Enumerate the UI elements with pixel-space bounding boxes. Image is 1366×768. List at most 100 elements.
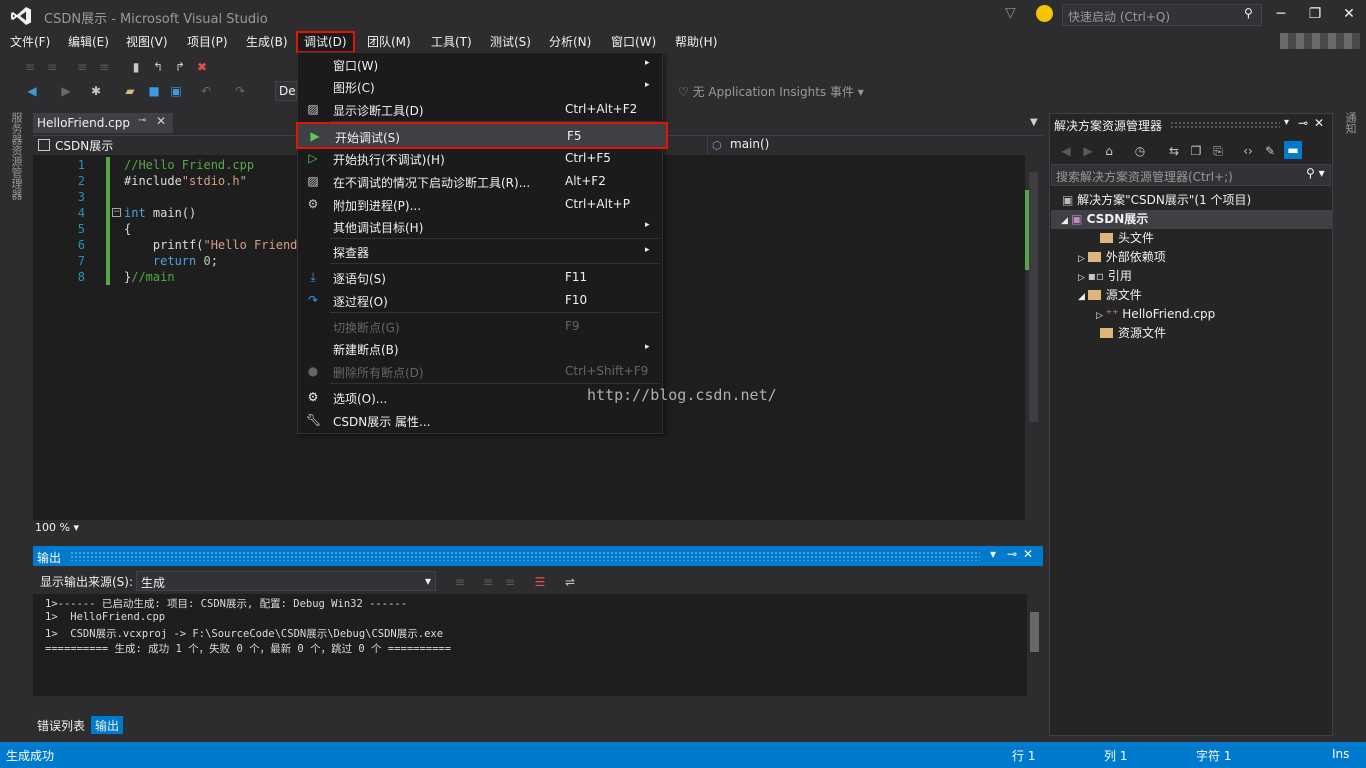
menu-item-step-into[interactable]: ⤓ 逐语句(S) F11	[298, 266, 662, 288]
navigate-forward-icon[interactable]: ▶	[58, 83, 74, 99]
server-explorer-tab[interactable]: 服务器资源管理器	[6, 112, 24, 212]
menu-item-start-debugging[interactable]: ▶ 开始调试(S) F5	[296, 122, 668, 149]
document-tab-hellofriend[interactable]: HelloFriend.cpp	[33, 113, 173, 133]
home-icon[interactable]: ⌂	[1101, 143, 1117, 159]
menu-build[interactable]: 生成(B)	[240, 31, 294, 53]
tree-header-files[interactable]: 头文件	[1100, 229, 1154, 248]
clear-all-icon[interactable]: ☰	[532, 574, 548, 590]
close-button[interactable]: ✕	[1332, 3, 1366, 25]
undo-icon[interactable]: ↶	[198, 83, 214, 99]
menu-item-other-debug-targets[interactable]: 其他调试目标(H) ▸	[298, 215, 662, 237]
application-insights-label[interactable]: ♡ 无 Application Insights 事件 ▾	[678, 83, 864, 100]
close-tab-icon[interactable]: ✕	[156, 114, 166, 128]
bookmark-icon[interactable]: ▮	[128, 59, 144, 75]
menu-file[interactable]: 文件(F)	[4, 31, 56, 53]
menu-team[interactable]: 团队(M)	[361, 31, 417, 53]
tab-error-list[interactable]: 错误列表	[33, 716, 89, 734]
search-icon[interactable]: ⚲ ▾	[1306, 166, 1325, 180]
menu-item-profiler[interactable]: 探查器 ▸	[298, 240, 662, 262]
notifications-tab[interactable]: 通知	[1340, 112, 1358, 152]
preview-selected-icon[interactable]: ▬	[1284, 141, 1302, 159]
user-account-avatar[interactable]	[1280, 33, 1360, 49]
menu-test[interactable]: 测试(S)	[484, 31, 537, 53]
panel-grip[interactable]	[70, 551, 980, 561]
menu-item-new-breakpoint[interactable]: 新建断点(B) ▸	[298, 337, 662, 359]
properties-wrench-icon[interactable]: ✎	[1262, 143, 1278, 159]
save-icon[interactable]: ■	[146, 83, 162, 99]
quick-launch-input[interactable]: 快速启动 (Ctrl+Q)	[1062, 4, 1262, 26]
panel-close-icon[interactable]: ✕	[1023, 547, 1033, 561]
uncomment-icon[interactable]: ≡	[96, 59, 112, 75]
panel-close-icon[interactable]: ✕	[1314, 116, 1324, 130]
tree-resource-files[interactable]: 资源文件	[1100, 324, 1166, 343]
collapse-all-icon[interactable]: ❐	[1188, 143, 1204, 159]
clear-bookmarks-icon[interactable]: ✖	[194, 59, 210, 75]
tree-source-files[interactable]: ◢ 源文件	[1078, 286, 1142, 305]
tree-solution[interactable]: ▣ 解决方案"CSDN展示"(1 个项目)	[1062, 191, 1251, 210]
solution-explorer-search-input[interactable]: 搜索解决方案资源管理器(Ctrl+;)	[1051, 164, 1331, 186]
editor-scroll-thumb[interactable]	[1029, 172, 1038, 422]
menu-item-attach-to-process[interactable]: ⚙ 附加到进程(P)... Ctrl+Alt+P	[298, 193, 662, 215]
menu-help[interactable]: 帮助(H)	[669, 31, 723, 53]
indent-icon[interactable]: ≡	[22, 59, 38, 75]
menu-window[interactable]: 窗口(W)	[605, 31, 662, 53]
redo-icon[interactable]: ↷	[232, 83, 248, 99]
menu-item-show-diagnostic-tools[interactable]: ▨ 显示诊断工具(D) Ctrl+Alt+F2	[298, 98, 662, 120]
collapse-toggle-icon[interactable]: −	[112, 208, 121, 217]
pending-changes-icon[interactable]: ◷	[1132, 143, 1148, 159]
navigate-back-icon[interactable]: ◀	[24, 83, 40, 99]
menu-analyze[interactable]: 分析(N)	[543, 31, 597, 53]
open-file-icon[interactable]: ▰	[122, 83, 138, 99]
view-code-icon[interactable]: ‹›	[1240, 143, 1256, 159]
menu-item-graphics[interactable]: 图形(C) ▸	[298, 75, 662, 97]
menu-edit[interactable]: 编辑(E)	[62, 31, 115, 53]
prev-bookmark-icon[interactable]: ↰	[150, 59, 166, 75]
next-bookmark-icon[interactable]: ↱	[172, 59, 188, 75]
output-source-combo[interactable]: 生成 ▾	[136, 571, 436, 591]
tree-external-deps[interactable]: ▷ 外部依赖项	[1078, 248, 1166, 267]
panel-pin-icon[interactable]: ⊸	[1007, 547, 1017, 561]
menu-debug[interactable]: 调试(D)	[296, 31, 355, 53]
menu-tools[interactable]: 工具(T)	[425, 31, 478, 53]
tree-hellofriend-cpp[interactable]: ▷ ⁺⁺ HelloFriend.cpp	[1096, 305, 1215, 324]
new-project-icon[interactable]: ✱	[88, 83, 104, 99]
save-all-icon[interactable]: ▣	[168, 83, 184, 99]
member-combo[interactable]: main()	[707, 137, 1043, 155]
panel-pin-icon[interactable]: ⊸	[1298, 116, 1308, 130]
menu-item-windows[interactable]: 窗口(W) ▸	[298, 53, 662, 75]
forward-icon[interactable]: ▶	[1080, 143, 1096, 159]
back-icon[interactable]: ◀	[1058, 143, 1074, 159]
editor-horizontal-scrollbar[interactable]	[33, 520, 1043, 537]
tree-project[interactable]: ◢ ▣ CSDN展示	[1051, 210, 1332, 229]
menu-item-start-without-debugging[interactable]: ▷ 开始执行(不调试)(H) Ctrl+F5	[298, 147, 662, 169]
output-scroll-thumb[interactable]	[1030, 612, 1039, 652]
restore-button[interactable]: ❐	[1298, 3, 1332, 25]
search-icon[interactable]: ⚲	[1244, 6, 1253, 20]
outdent-icon[interactable]: ≡	[44, 59, 60, 75]
next-message-icon[interactable]: ≡	[502, 574, 518, 590]
notification-filter-icon[interactable]: ▽	[1005, 5, 1016, 21]
sync-icon[interactable]: ⇆	[1166, 143, 1182, 159]
menu-project[interactable]: 项目(P)	[181, 31, 234, 53]
pin-icon[interactable]: ⊸	[138, 115, 146, 126]
chevron-down-icon: ▾	[424, 574, 431, 588]
panel-dropdown-icon[interactable]: ▾	[1284, 117, 1289, 128]
show-all-files-icon[interactable]: ⎘	[1210, 143, 1226, 159]
find-message-icon[interactable]: ≡	[452, 574, 468, 590]
tab-output[interactable]: 输出	[91, 716, 124, 734]
comment-icon[interactable]: ≡	[74, 59, 90, 75]
minimize-button[interactable]: ─	[1264, 3, 1298, 25]
solution-configuration-combo[interactable]: De	[275, 81, 297, 101]
menu-item-project-properties[interactable]: 🔧︎ CSDN展示 属性...	[298, 409, 662, 431]
menu-item-step-over[interactable]: ↷ 逐过程(O) F10	[298, 289, 662, 311]
panel-grip[interactable]	[1170, 121, 1280, 129]
tree-references[interactable]: ▷ ▪▫ 引用	[1078, 267, 1132, 286]
word-wrap-icon[interactable]: ⇌	[562, 574, 578, 590]
feedback-smiley-icon[interactable]	[1036, 5, 1053, 22]
zoom-level-combo[interactable]: 100 % ▾	[35, 521, 93, 536]
menu-item-start-diagnostics-without-debugging[interactable]: ▨ 在不调试的情况下启动诊断工具(R)... Alt+F2	[298, 170, 662, 192]
panel-dropdown-icon[interactable]: ▾	[990, 547, 996, 561]
menu-view[interactable]: 视图(V)	[120, 31, 174, 53]
prev-message-icon[interactable]: ≡	[480, 574, 496, 590]
tab-dropdown-icon[interactable]: ▼	[1030, 117, 1038, 128]
